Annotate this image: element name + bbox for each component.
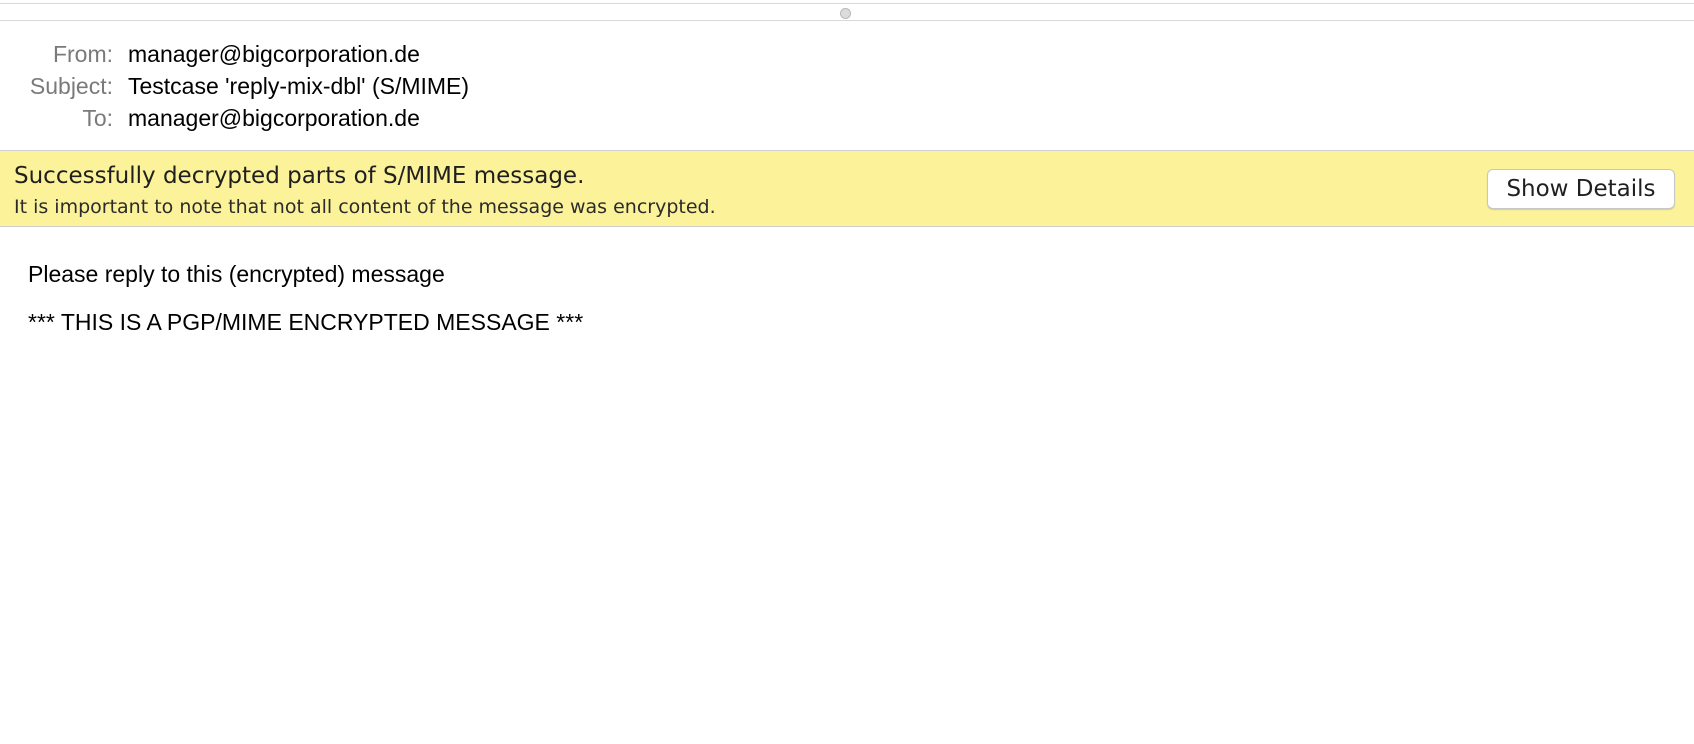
body-line: Please reply to this (encrypted) message (28, 261, 445, 287)
subject-row: Subject: Testcase 'reply-mix-dbl' (S/MIM… (0, 70, 1694, 102)
from-row: From: manager@bigcorporation.de (0, 38, 1694, 70)
split-handle-icon[interactable] (840, 8, 851, 19)
mail-message-viewer: From: manager@bigcorporation.de Subject:… (0, 0, 1694, 744)
security-banner: Successfully decrypted parts of S/MIME m… (0, 150, 1694, 227)
from-address[interactable]: manager@bigcorporation.de (128, 41, 420, 68)
show-details-button[interactable]: Show Details (1487, 169, 1675, 209)
to-address[interactable]: manager@bigcorporation.de (128, 105, 420, 132)
to-label: To: (82, 104, 113, 131)
pane-split-bar[interactable] (0, 3, 1694, 21)
subject-value: Testcase 'reply-mix-dbl' (S/MIME) (128, 72, 470, 99)
subject-label: Subject: (29, 72, 113, 99)
message-body: Please reply to this (encrypted) message… (28, 258, 583, 338)
message-headers: From: manager@bigcorporation.de Subject:… (0, 38, 1694, 134)
banner-subtitle: It is important to note that not all con… (14, 196, 716, 218)
to-row: To: manager@bigcorporation.de (0, 102, 1694, 134)
body-line: *** THIS IS A PGP/MIME ENCRYPTED MESSAGE… (28, 309, 584, 335)
banner-title: Successfully decrypted parts of S/MIME m… (14, 163, 585, 189)
from-label: From: (52, 40, 113, 67)
